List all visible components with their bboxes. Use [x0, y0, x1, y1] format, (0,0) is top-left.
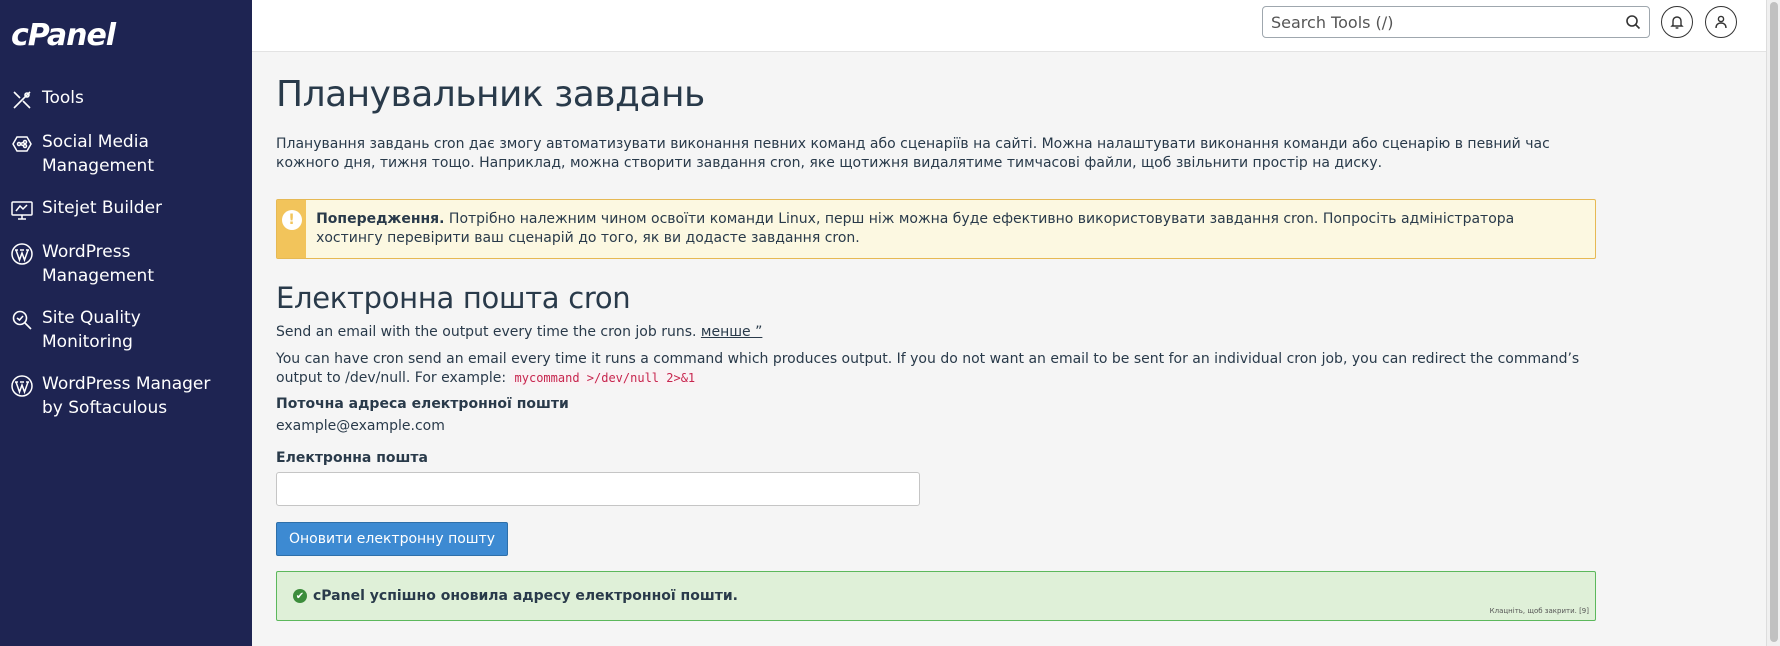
site-quality-icon: [12, 310, 32, 330]
search-icon[interactable]: [1625, 14, 1641, 30]
email-field[interactable]: [276, 472, 920, 506]
success-alert[interactable]: ✔ cPanel успішно оновила адресу електрон…: [276, 571, 1596, 621]
sidebar-item-label: Site Quality Monitoring: [42, 308, 141, 352]
sidebar-item-label: WordPress Management: [42, 242, 154, 286]
social-media-icon: [12, 136, 32, 152]
scrollbar-thumb[interactable]: [1770, 2, 1778, 642]
wordpress-icon: [11, 375, 33, 397]
scrollbar[interactable]: [1766, 0, 1780, 646]
details-text: You can have cron send an email every ti…: [276, 351, 1580, 386]
current-email-label: Поточна адреса електронної пошти: [276, 396, 569, 412]
less-link[interactable]: менше ”: [701, 324, 762, 340]
sidebar-item-label: Sitejet Builder: [42, 198, 163, 218]
warning-side: !: [277, 200, 307, 258]
email-field-label: Електронна пошта: [276, 450, 428, 466]
summary-text: Send an email with the output every time…: [276, 324, 697, 340]
main-content: Планувальник завдань Планування завдань …: [276, 52, 1596, 621]
sidebar-item-social-media[interactable]: Social Media Management: [0, 124, 252, 184]
sidebar-item-wordpress-softaculous[interactable]: WordPress Manager by Softaculous: [0, 366, 252, 426]
sidebar-item-label: Social Media Management: [42, 132, 154, 176]
cpanel-logo[interactable]: cPanel: [11, 18, 116, 53]
page-title: Планувальник завдань: [276, 74, 705, 115]
close-hint[interactable]: Клацніть, щоб закрити. [9]: [1490, 607, 1589, 615]
exclamation-icon: !: [281, 210, 302, 230]
update-email-button[interactable]: Оновити електронну пошту: [276, 522, 509, 556]
top-bar: [252, 0, 1766, 52]
sidebar-item-wordpress-management[interactable]: WordPress Management: [0, 234, 252, 294]
cron-email-details: You can have cron send an email every ti…: [276, 350, 1596, 388]
sidebar-item-tools[interactable]: Tools: [0, 80, 252, 118]
user-menu-button[interactable]: [1705, 6, 1737, 38]
sidebar-item-site-quality[interactable]: Site Quality Monitoring: [0, 300, 252, 360]
check-circle-icon: ✔: [293, 589, 307, 603]
example-code: mycommand >/dev/null 2>&1: [510, 370, 700, 386]
cron-email-title: Електронна пошта cron: [276, 281, 631, 315]
bell-icon: [1670, 16, 1684, 29]
warning-body: Попередження. Потрібно належним чином ос…: [306, 200, 1595, 258]
sidebar: cPanel Tools Social Media Management Sit…: [0, 0, 252, 646]
warning-callout: ! Попередження. Потрібно належним чином …: [276, 199, 1596, 259]
sitejet-icon: [11, 201, 33, 220]
user-icon: [1715, 15, 1727, 29]
search-input[interactable]: [1271, 12, 1625, 32]
sidebar-item-label: Tools: [42, 88, 84, 108]
sidebar-item-label: WordPress Manager by Softaculous: [42, 374, 211, 418]
warning-title: Попередження.: [316, 211, 445, 227]
cron-email-summary: Send an email with the output every time…: [276, 323, 1596, 342]
notifications-button[interactable]: [1661, 6, 1693, 38]
tools-icon: [13, 91, 31, 109]
sidebar-nav: Tools Social Media Management Sitejet Bu…: [0, 80, 252, 432]
page-intro: Планування завдань cron дає змогу автома…: [276, 136, 1550, 171]
search-box[interactable]: [1262, 6, 1650, 38]
sidebar-item-sitejet[interactable]: Sitejet Builder: [0, 190, 252, 228]
current-email-value: example@example.com: [276, 418, 445, 434]
warning-text: Потрібно належним чином освоїти команди …: [316, 211, 1515, 246]
success-message: cPanel успішно оновила адресу електронно…: [313, 588, 738, 604]
wordpress-icon: [11, 243, 33, 265]
